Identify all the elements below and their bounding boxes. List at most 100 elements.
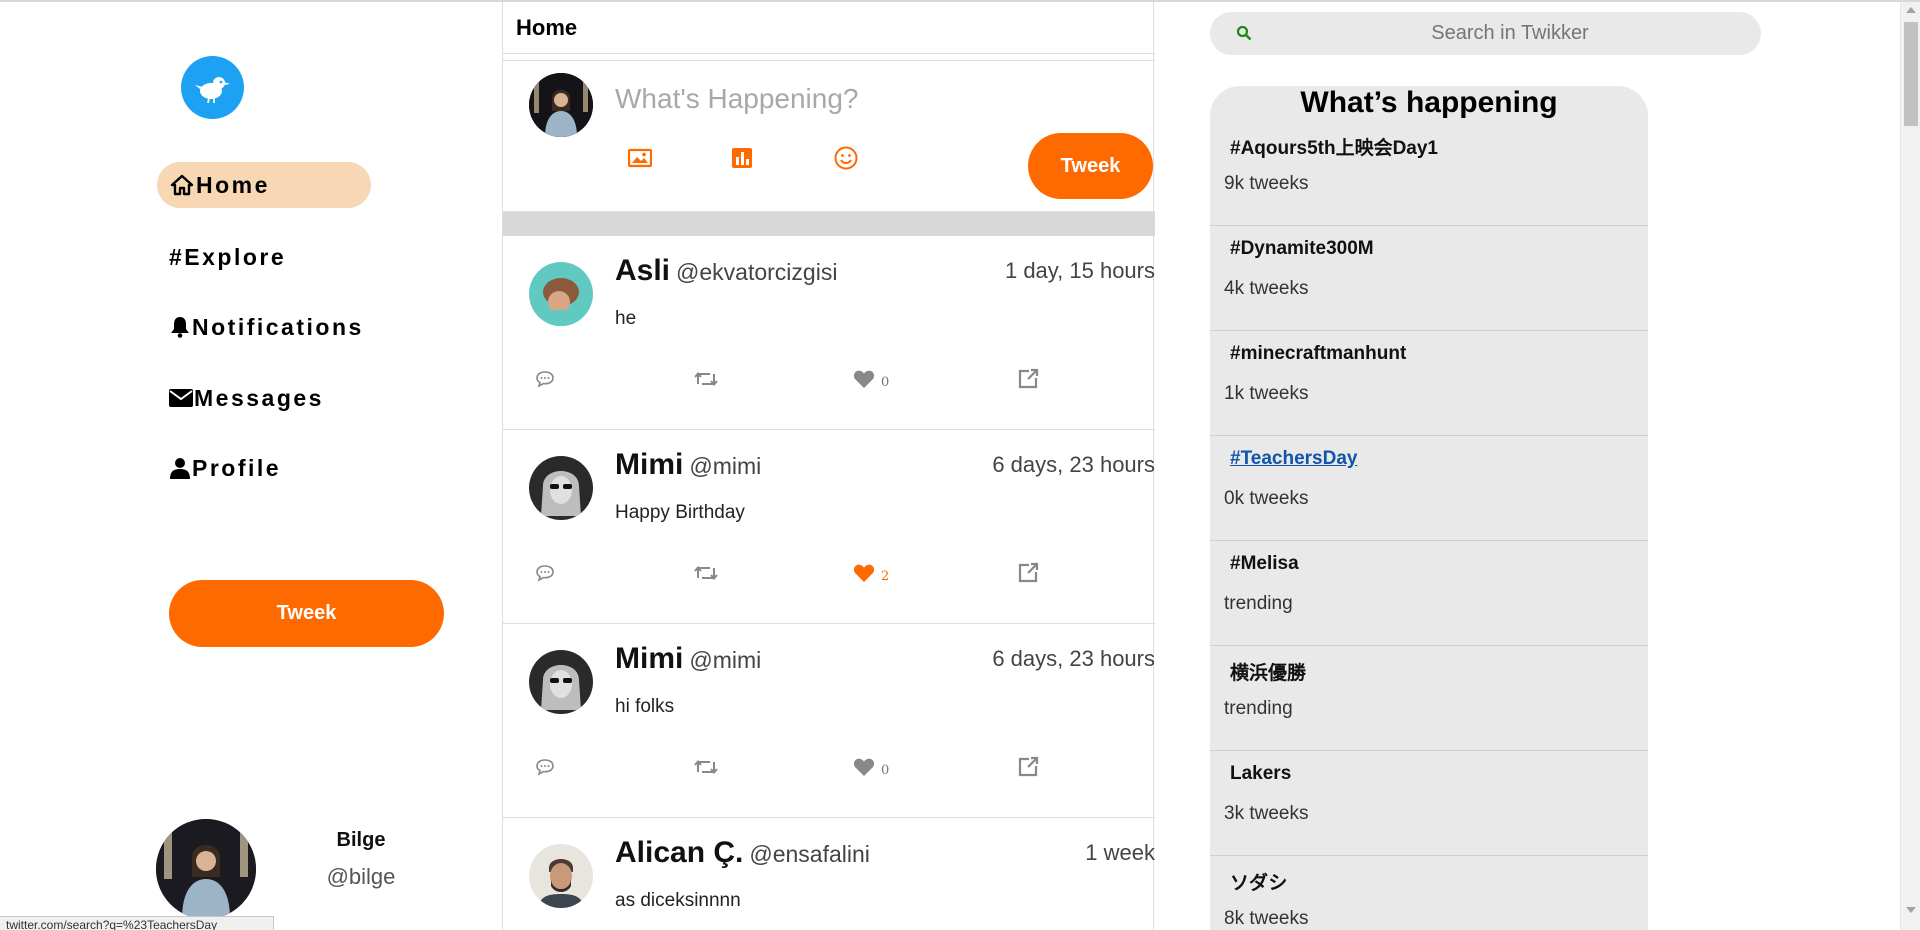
bell-icon [169, 314, 191, 340]
compose-box: Tweek [503, 60, 1155, 212]
trend-item[interactable]: #Aqours5th上映会Day1 9k tweeks [1210, 121, 1648, 226]
trend-tag[interactable]: 横浜優勝 [1230, 658, 1306, 685]
nav-profile-label: Profile [192, 454, 282, 481]
sidebar-tweek-button[interactable]: Tweek [169, 580, 444, 647]
tweet-author[interactable]: Mimi @mimi [615, 642, 761, 676]
tweet-time: 1 week [1085, 840, 1155, 865]
tweet-avatar[interactable] [529, 650, 593, 714]
tweet-item[interactable]: Mimi @mimi 6 days, 23 hours Happy Birthda… [503, 430, 1155, 624]
share-icon[interactable] [1017, 754, 1039, 780]
browser-status-url: twitter.com/search?q=%23TeachersDay [0, 916, 274, 930]
bird-icon [194, 76, 230, 103]
image-icon[interactable] [627, 145, 653, 171]
trend-tag[interactable]: #Aqours5th上映会Day1 [1230, 133, 1438, 160]
nav-profile[interactable]: Profile [157, 445, 281, 491]
tweet-text: he [615, 308, 637, 329]
trend-tag[interactable]: #Melisa [1230, 553, 1299, 575]
like-button[interactable]: 0 [853, 366, 889, 392]
poll-icon[interactable] [729, 145, 755, 171]
feed-divider [503, 212, 1155, 236]
tweet-avatar[interactable] [529, 844, 593, 908]
search-bar[interactable] [1210, 12, 1761, 55]
heart-icon [853, 564, 875, 582]
trend-item[interactable]: ソダシ 8k tweeks [1210, 856, 1648, 930]
trend-item[interactable]: #Melisa trending [1210, 541, 1648, 646]
compose-avatar [529, 73, 593, 137]
nav-notifications-label: Notifications [192, 313, 364, 340]
tweet-author-handle: @mimi [689, 453, 762, 479]
trend-item[interactable]: 横浜優勝 trending [1210, 646, 1648, 751]
like-count: 0 [881, 374, 890, 390]
trend-count: 1k tweeks [1224, 383, 1309, 404]
tweet-author-name: Alican Ç. [615, 836, 744, 869]
trend-count: 9k tweeks [1224, 173, 1309, 194]
retweek-icon[interactable] [694, 754, 718, 780]
feed-title: Home [503, 2, 1155, 54]
tweet-item[interactable]: Asli @ekvatorcizgisi 1 day, 15 hours he 0 [503, 236, 1155, 430]
like-count: 2 [881, 568, 890, 584]
tweet-avatar[interactable] [529, 456, 593, 520]
tweet-time: 6 days, 23 hours [992, 452, 1155, 477]
tweet-item[interactable]: Alican Ç. @ensafalini 1 week as diceksinn… [503, 818, 1155, 930]
search-input[interactable] [1270, 12, 1750, 55]
heart-icon [853, 758, 875, 776]
nav-notifications[interactable]: Notifications [157, 304, 364, 350]
tweet-avatar[interactable] [529, 262, 593, 326]
trend-tag[interactable]: Lakers [1230, 763, 1291, 785]
tweet-item[interactable]: Mimi @mimi 6 days, 23 hours hi folks 0 [503, 624, 1155, 818]
tweet-author-name: Mimi [615, 448, 684, 481]
emoji-icon[interactable] [833, 145, 859, 171]
trend-count: 0k tweeks [1224, 488, 1309, 509]
trend-count: trending [1224, 698, 1293, 719]
trend-item[interactable]: Lakers 3k tweeks [1210, 751, 1648, 856]
trend-tag[interactable]: ソダシ [1230, 868, 1287, 895]
scrollbar-thumb[interactable] [1904, 22, 1918, 126]
trend-item[interactable]: #minecraftmanhunt 1k tweeks [1210, 331, 1648, 436]
tweet-author[interactable]: Asli @ekvatorcizgisi [615, 254, 837, 288]
nav-home[interactable]: Home [157, 162, 371, 208]
trend-item[interactable]: #TeachersDay 0k tweeks [1210, 436, 1648, 541]
trend-tag[interactable]: #TeachersDay [1230, 448, 1357, 470]
tweet-author-name: Mimi [615, 642, 684, 675]
compose-tweek-button[interactable]: Tweek [1028, 133, 1153, 199]
share-icon[interactable] [1017, 560, 1039, 586]
retweek-icon[interactable] [694, 366, 718, 392]
scroll-down-arrow-icon[interactable] [1906, 907, 1916, 913]
compose-input[interactable] [615, 79, 1035, 119]
tweet-time: 6 days, 23 hours [992, 646, 1155, 671]
tweet-author-name: Asli [615, 254, 671, 287]
nav-explore-label: #Explore [169, 243, 287, 270]
reply-icon[interactable] [535, 366, 555, 392]
heart-icon [853, 370, 875, 388]
nav-messages[interactable]: Messages [157, 375, 324, 421]
feed-column: Home Tweek [502, 2, 1155, 930]
tweet-text: hi folks [615, 696, 675, 717]
trends-panel: What’s happening #Aqours5th上映会Day1 9k tw… [1210, 86, 1648, 930]
trend-tag[interactable]: #Dynamite300M [1230, 238, 1374, 260]
tweet-author[interactable]: Mimi @mimi [615, 448, 761, 482]
trend-count: trending [1224, 593, 1293, 614]
like-button[interactable]: 0 [853, 754, 889, 780]
home-icon [169, 172, 195, 198]
current-user-avatar[interactable] [156, 819, 256, 919]
like-button[interactable]: 2 [853, 560, 889, 586]
trend-count: 3k tweeks [1224, 803, 1309, 824]
scroll-up-arrow-icon[interactable] [1906, 7, 1916, 13]
trend-tag[interactable]: #minecraftmanhunt [1230, 343, 1406, 365]
trends-title: What’s happening [1300, 86, 1558, 119]
tweet-author[interactable]: Alican Ç. @ensafalini [615, 836, 870, 870]
search-icon [1236, 25, 1252, 46]
reply-icon[interactable] [535, 560, 555, 586]
nav-home-label: Home [196, 171, 270, 198]
current-user-name: Bilge [336, 829, 386, 851]
twikker-logo[interactable] [181, 56, 244, 119]
nav-explore[interactable]: #Explore [157, 234, 286, 280]
retweek-icon[interactable] [694, 560, 718, 586]
trend-count: 8k tweeks [1224, 908, 1309, 929]
nav-messages-label: Messages [194, 384, 324, 411]
share-icon[interactable] [1017, 366, 1039, 392]
tweet-text: Happy Birthday [615, 502, 745, 523]
reply-icon[interactable] [535, 754, 555, 780]
trend-item[interactable]: #Dynamite300M 4k tweeks [1210, 226, 1648, 331]
page-scrollbar[interactable] [1900, 2, 1920, 930]
